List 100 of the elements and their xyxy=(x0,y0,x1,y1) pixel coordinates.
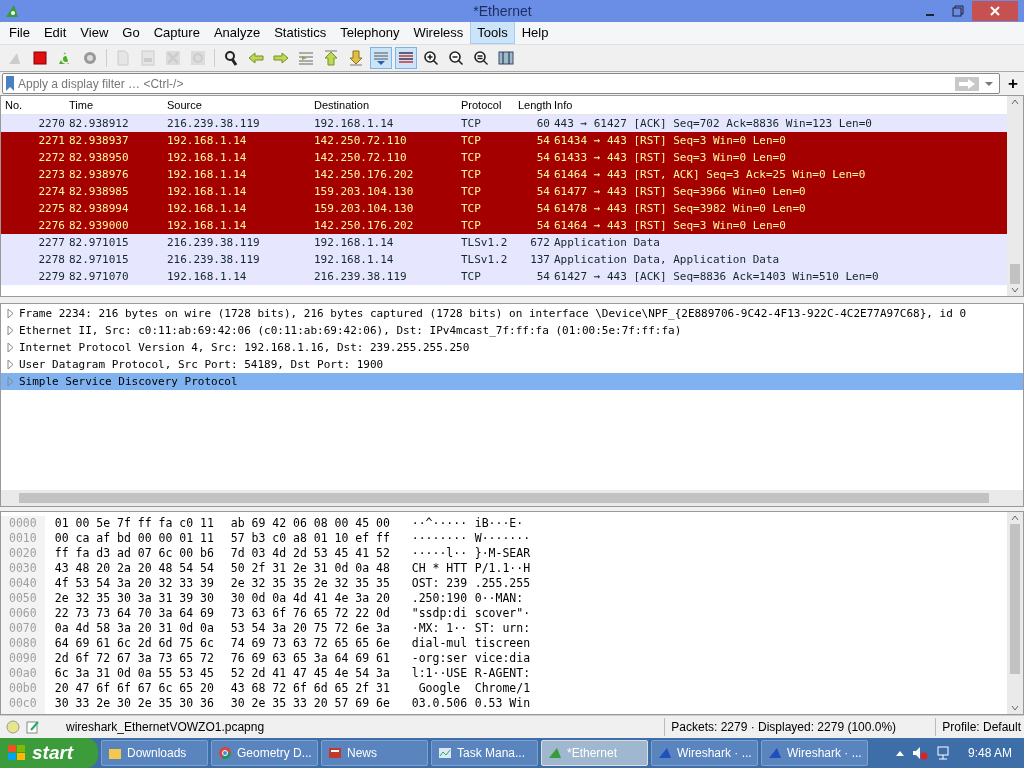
ascii-bytes: tiscreen xyxy=(474,636,532,651)
add-filter-button[interactable]: + xyxy=(1004,73,1022,94)
menu-item[interactable]: Edit xyxy=(36,21,74,45)
tree-row[interactable]: User Datagram Protocol, Src Port: 54189, Dst Port: 1900 xyxy=(1,356,1023,374)
scrollbar[interactable] xyxy=(1007,511,1023,715)
hex-bytes: 74 69 73 63 72 65 65 6e xyxy=(230,636,391,651)
column-header[interactable]: Destination xyxy=(310,99,457,112)
ascii-bytes: CH * HTT xyxy=(411,561,469,576)
menu-item[interactable]: Capture xyxy=(146,21,207,45)
menu-item[interactable]: Go xyxy=(115,21,147,45)
column-header[interactable]: Info xyxy=(550,99,1007,112)
menu-item[interactable]: Help xyxy=(514,21,556,45)
table-cell-text: 82.971015 xyxy=(68,253,130,267)
packet-row[interactable]: 2276 82.939000 192.168.1.14 142.250.176.202 TCP 54 61464 → 443 [RST] Seq=3 Win=0 Len=0 xyxy=(1,217,1007,235)
table-cell-text: 216.239.38.119 xyxy=(166,117,261,131)
chart-window-icon xyxy=(438,746,452,760)
table-cell-text: 216.239.38.119 xyxy=(313,270,408,284)
packet-row[interactable]: 2270 82.938912 216.239.38.119 192.168.1.14 TCP 60 443 → 61427 [ACK] Seq=702 Ack=8836 Win=123 Len=0 xyxy=(1,115,1007,133)
packet-row[interactable]: 2271 82.938937 192.168.1.14 142.250.72.110 TCP 54 61434 → 443 [RST] Seq=3 Win=0 Len=0 xyxy=(1,132,1007,150)
packet-row[interactable]: 2277 82.971015 216.239.38.119 192.168.1.14 TLSv1.2 672 Application Data xyxy=(1,234,1007,252)
table-cell-text: 82.938950 xyxy=(68,151,130,165)
menu-item[interactable]: File xyxy=(2,21,37,45)
ascii-bytes: Google xyxy=(417,681,462,696)
packet-row[interactable]: 2274 82.938985 192.168.1.14 159.203.104.130 TCP 54 61477 → 443 [RST] Seq=3966 Win=0 Len=0 xyxy=(1,183,1007,201)
ascii-bytes: W······· xyxy=(474,531,532,546)
table-cell-text: 82.938937 xyxy=(68,134,130,148)
byte-offset: 0090 xyxy=(9,650,37,666)
packet-row[interactable]: 2279 82.971070 192.168.1.14 216.239.38.119 TCP 54 61427 → 443 [ACK] Seq=8836 Ack=1403 Win=510 Len=0 xyxy=(1,268,1007,286)
edit-icon[interactable] xyxy=(26,720,40,735)
column-header[interactable]: Time xyxy=(65,99,163,112)
profile-label[interactable]: Profile: Default xyxy=(942,720,1024,735)
filter-field[interactable]: Apply a display filter … <Ctrl-/> xyxy=(14,76,955,91)
muted-speaker-icon[interactable] xyxy=(911,746,928,760)
menu-item[interactable]: View xyxy=(73,21,116,45)
packet-row[interactable]: 2272 82.938950 192.168.1.14 142.250.72.110 TCP 54 61433 → 443 [RST] Seq=3 Win=0 Len=0 xyxy=(1,149,1007,167)
ascii-bytes: ST: urn: xyxy=(474,621,532,636)
fin-icon xyxy=(658,746,672,760)
packet-row[interactable]: 2278 82.971015 216.239.38.119 192.168.1.14 TLSv1.2 137 Application Data, Application Data xyxy=(1,251,1007,269)
table-cell-text: 60 xyxy=(535,117,550,131)
file-icon xyxy=(141,49,155,66)
scrollbar[interactable] xyxy=(1,489,1023,506)
taskbar-button[interactable]: Task Mana... xyxy=(431,740,538,766)
up-caret-icon[interactable] xyxy=(895,750,904,756)
zoom-reset-icon xyxy=(473,49,489,66)
table-cell-text: 2274 xyxy=(37,185,65,199)
table-cell-text: 82.939000 xyxy=(68,219,130,233)
filter-bar[interactable]: Apply a display filter … <Ctrl-/> xyxy=(2,73,1000,95)
hex-bytes: 30 33 2e 30 2e 35 30 36 xyxy=(54,696,215,711)
packet-count: Packets: 2279 · Displayed: 2279 (100.0%) xyxy=(671,720,898,735)
tree-row[interactable]: Internet Protocol Version 4, Src: 192.168.1.16, Dst: 239.255.255.250 xyxy=(1,339,1023,357)
table-cell-text: 61464 → 443 [RST] Seq=3 Win=0 Len=0 xyxy=(553,219,787,233)
taskbar-button[interactable]: Downloads xyxy=(101,740,208,766)
taskbar-button[interactable]: Wireshark · ... xyxy=(651,740,758,766)
menu-item[interactable]: Telephony xyxy=(333,21,407,45)
hex-bytes: 30 2e 35 33 20 57 69 6e xyxy=(230,696,391,711)
network-icon[interactable] xyxy=(935,746,952,760)
hex-bytes: 0a 4d 58 3a 20 31 0d 0a xyxy=(54,621,215,636)
byte-offset: 0080 xyxy=(9,635,37,651)
table-cell-text: 192.168.1.14 xyxy=(166,219,248,233)
column-header[interactable]: Length xyxy=(514,99,550,112)
scrollbar-thumb[interactable] xyxy=(1010,264,1020,285)
ascii-bytes: dial-mul xyxy=(411,636,469,651)
menu-item[interactable]: Wireless xyxy=(406,21,471,45)
table-cell-text: 61478 → 443 [RST] Seq=3982 Win=0 Len=0 xyxy=(553,202,807,216)
packet-row[interactable]: 2273 82.938976 192.168.1.14 142.250.176.202 TCP 54 61464 → 443 [RST, ACK] Seq=3 Ack=25 Win=0 Len=0 xyxy=(1,166,1007,184)
table-cell-text: 61477 → 443 [RST] Seq=3966 Win=0 Len=0 xyxy=(553,185,807,199)
tree-row[interactable]: Frame 2234: 216 bytes on wire (1728 bits), 216 bytes captured (1728 bits) on interface \Device\NPF_{2E889706-9C42-4F13-922C-4C2E77A97C68}, id 0 xyxy=(1,305,1023,323)
start-button[interactable]: start xyxy=(0,738,98,768)
packet-row[interactable]: 2275 82.938994 192.168.1.14 159.203.104.130 TCP 54 61478 → 443 [RST] Seq=3982 Win=0 Len=0 xyxy=(1,200,1007,218)
column-header[interactable]: No. xyxy=(1,99,65,112)
bookmark-icon xyxy=(6,76,14,92)
menu-item[interactable]: Tools xyxy=(470,21,515,45)
tree-row[interactable]: Simple Service Discovery Protocol xyxy=(1,373,1023,391)
scrollbar-thumb[interactable] xyxy=(1010,523,1020,674)
taskbar-button[interactable]: News xyxy=(321,740,428,766)
table-cell-text: 142.250.72.110 xyxy=(313,134,408,148)
scrollbar[interactable] xyxy=(1007,96,1023,297)
colored-lines-icon xyxy=(398,49,414,66)
byte-offset: 00b0 xyxy=(9,680,37,696)
close-button[interactable] xyxy=(972,0,1018,21)
restore-icon xyxy=(952,4,964,17)
table-cell-text: 216.239.38.119 xyxy=(166,253,261,267)
table-cell-text: 2271 xyxy=(37,134,65,148)
scrollbar-thumb[interactable] xyxy=(19,492,989,503)
hex-bytes: 43 48 20 2a 20 48 54 54 xyxy=(54,561,215,576)
column-header[interactable]: Protocol xyxy=(457,99,514,112)
column-header[interactable]: Source xyxy=(163,99,310,112)
byte-offset: 00a0 xyxy=(9,665,37,681)
table-cell-text: 82.938994 xyxy=(68,202,130,216)
taskbar-button[interactable]: Wireshark · ... xyxy=(761,740,868,766)
status-indicator-icon[interactable] xyxy=(6,720,20,735)
menu-item[interactable]: Statistics xyxy=(267,21,334,45)
hex-bytes: 30 0d 0a 4d 41 4e 3a 20 xyxy=(230,591,391,606)
table-cell-text: 82.938985 xyxy=(68,185,130,199)
taskbar-button[interactable]: Geometry D... xyxy=(211,740,318,766)
menu-item[interactable]: Analyze xyxy=(206,21,268,45)
byte-offset: 00c0 xyxy=(9,695,37,711)
clock[interactable]: 9:48 AM xyxy=(967,746,1012,760)
tree-row[interactable]: Ethernet II, Src: c0:11:ab:69:42:06 (c0:11:ab:69:42:06), Dst: IPv4mcast_7f:ff:fa (01:00:5e:7f:ff:fa) xyxy=(1,322,1023,340)
ascii-bytes: ·····l·· xyxy=(411,546,469,561)
